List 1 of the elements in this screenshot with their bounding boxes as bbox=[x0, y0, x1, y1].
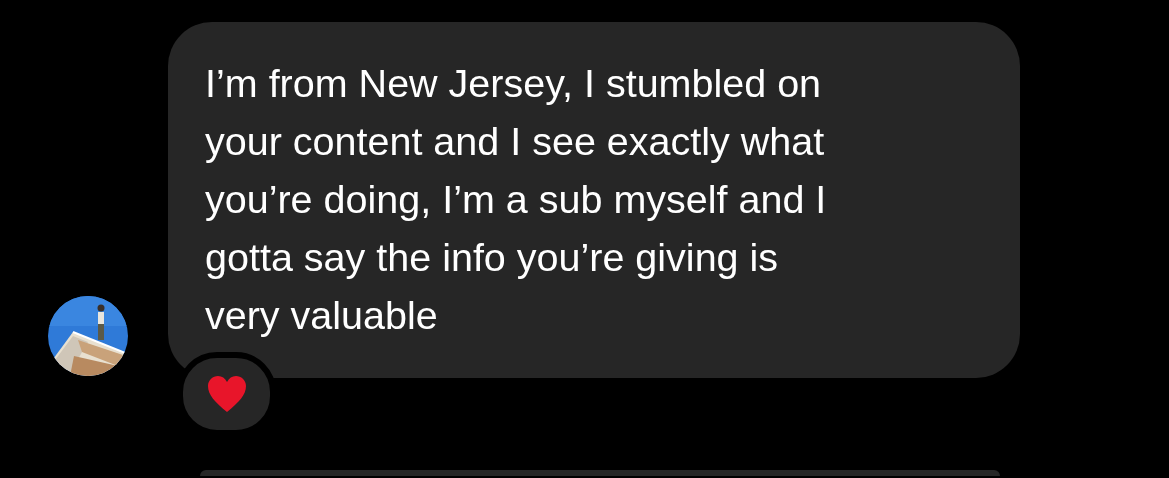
message-text: I’m from New Jersey, I stumbled on your content and I see exactly what you’re doing, I’m a sub myself and I gotta say the info you’re giving is very valuable bbox=[205, 60, 828, 339]
